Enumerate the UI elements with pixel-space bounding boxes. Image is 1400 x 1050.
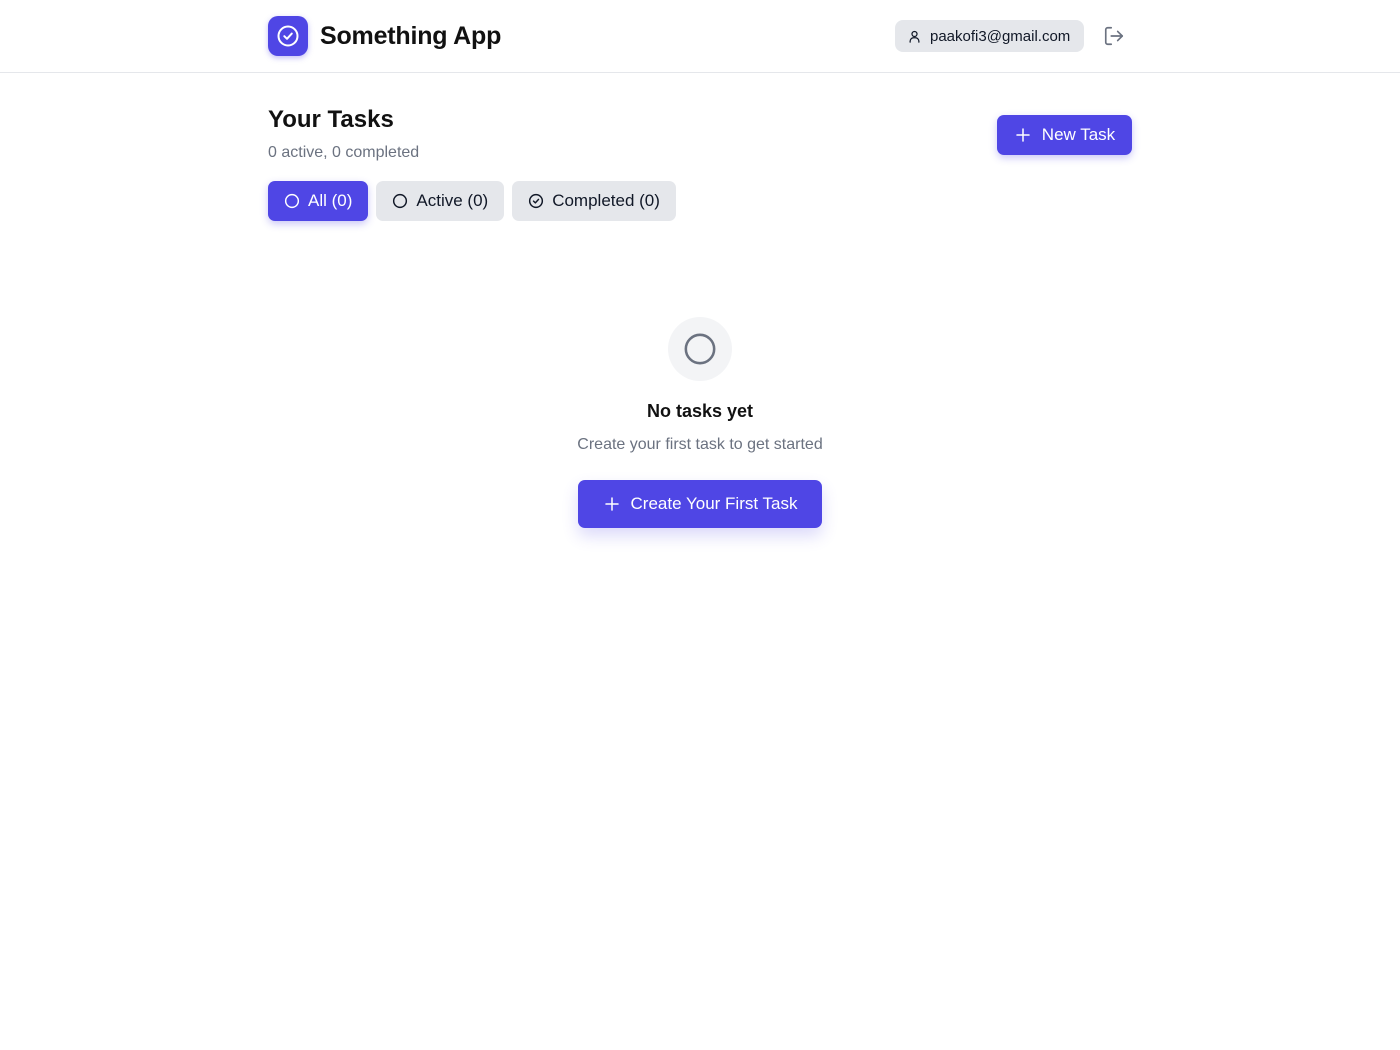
new-task-button[interactable]: New Task — [997, 115, 1132, 155]
create-first-task-button[interactable]: Create Your First Task — [578, 480, 822, 528]
page-title: Your Tasks — [268, 106, 394, 133]
empty-state-title: No tasks yet — [646, 401, 754, 421]
task-summary: 0 active, 0 completed — [268, 144, 420, 161]
filter-active-label: Active (0) — [416, 191, 489, 210]
plus-icon — [603, 495, 621, 513]
logout-button[interactable] — [1101, 24, 1127, 48]
circle-icon — [392, 193, 408, 209]
user-icon — [907, 29, 922, 44]
filter-all-label: All (0) — [308, 191, 353, 210]
create-first-task-label: Create Your First Task — [630, 494, 798, 513]
logout-icon — [1103, 25, 1125, 47]
filter-completed-label: Completed (0) — [552, 191, 660, 210]
circle-icon — [668, 317, 732, 381]
check-circle-icon — [528, 193, 544, 209]
task-filters: All (0) Active (0) Completed (0) — [268, 181, 676, 221]
filter-active[interactable]: Active (0) — [376, 181, 505, 221]
circle-icon — [284, 193, 300, 209]
app-header: Something App paakofi3@gmail.com — [0, 0, 1400, 73]
empty-state: No tasks yet Create your first task to g… — [0, 317, 1400, 528]
check-circle-icon — [268, 16, 308, 56]
filter-all[interactable]: All (0) — [268, 181, 369, 221]
empty-state-text: Create your first task to get started — [577, 436, 823, 453]
new-task-label: New Task — [1041, 125, 1116, 144]
plus-icon — [1014, 126, 1032, 144]
brand[interactable]: Something App — [268, 16, 501, 56]
user-email: paakofi3@gmail.com — [930, 27, 1071, 45]
app-title: Something App — [320, 21, 502, 50]
user-email-chip[interactable]: paakofi3@gmail.com — [895, 20, 1084, 52]
filter-completed[interactable]: Completed (0) — [512, 181, 676, 221]
